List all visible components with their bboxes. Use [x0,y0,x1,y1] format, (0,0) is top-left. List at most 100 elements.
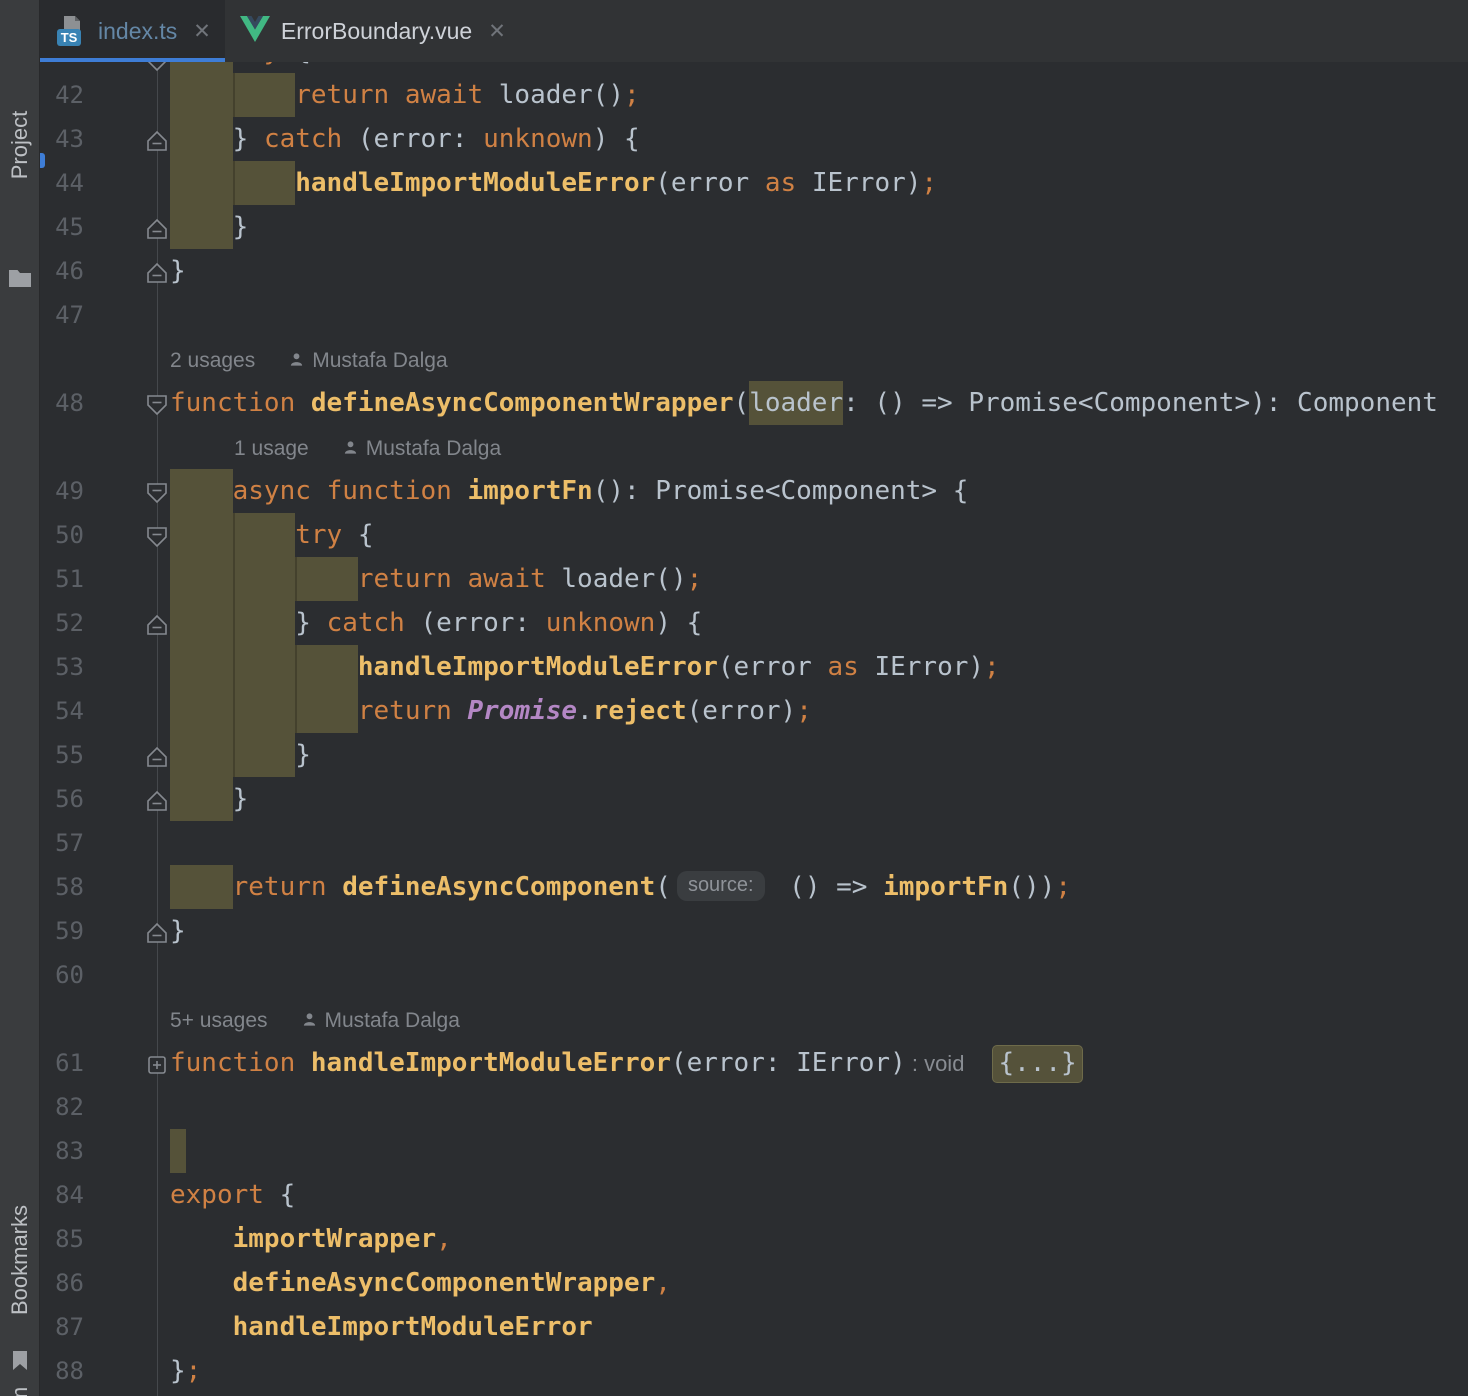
sidebar-item-bookmarks[interactable]: Bookmarks [7,1205,33,1315]
author-hint[interactable]: Mustafa Dalga [343,427,501,471]
line-number[interactable]: 44 [40,161,84,205]
line-number[interactable]: 51 [40,557,84,601]
code-token: } [295,740,311,770]
parameter-name-hint: source: [676,871,765,901]
line-number[interactable]: 47 [40,293,84,337]
code-line[interactable]: 55 } [40,733,1468,777]
line-number[interactable]: 55 [40,733,84,777]
code-token: return [357,564,452,594]
usages-hint[interactable]: 5+ usages [170,1009,268,1032]
code-line[interactable]: 87 handleImportModuleError [40,1305,1468,1349]
code-line[interactable]: 59} [40,909,1468,953]
code-line[interactable]: 88}; [40,1349,1468,1393]
fold-gutter [84,557,170,601]
fold-up-icon[interactable] [146,127,168,151]
code-text: } [170,733,1468,777]
line-number[interactable]: 59 [40,909,84,953]
usages-hint[interactable]: 1 usage [234,437,309,460]
line-number[interactable]: 42 [40,73,84,117]
sidebar-item-project[interactable]: Project [7,111,33,179]
usages-hint[interactable]: 2 usages [170,349,255,372]
code-line[interactable]: 83 [40,1129,1468,1173]
line-number[interactable]: 87 [40,1305,84,1349]
code-line[interactable]: 85 importWrapper, [40,1217,1468,1261]
code-line[interactable]: 42 return await loader(); [40,73,1468,117]
tab-errorboundary-vue[interactable]: ErrorBoundary.vue ✕ [225,0,520,62]
code-line[interactable]: 56 } [40,777,1468,821]
line-number[interactable]: 60 [40,953,84,997]
tab-index-ts[interactable]: TS index.ts ✕ [40,0,225,62]
line-number[interactable]: 52 [40,601,84,645]
code-line[interactable]: 86 defineAsyncComponentWrapper, [40,1261,1468,1305]
line-number[interactable]: 56 [40,777,84,821]
line-number[interactable]: 83 [40,1129,84,1173]
fold-up-icon[interactable] [146,787,168,811]
line-number[interactable]: 43 [40,117,84,161]
code-line[interactable]: 50 try { [40,513,1468,557]
code-token: return [232,872,327,902]
code-line[interactable]: 43 } catch (error: unknown) { [40,117,1468,161]
fold-up-icon[interactable] [146,215,168,239]
code-line[interactable]: 54 return Promise.reject(error); [40,689,1468,733]
folded-code-pill[interactable]: {...} [992,1044,1083,1083]
line-number[interactable]: 57 [40,821,84,865]
code-line[interactable]: 49 async function importFn(): Promise<Co… [40,469,1468,513]
tab-label[interactable]: index.ts [98,18,177,45]
code-line[interactable]: 57 [40,821,1468,865]
code-line[interactable]: 61 function handleImportModuleError(error… [40,1041,1468,1085]
code-line[interactable]: 46} [40,249,1468,293]
fold-up-icon[interactable] [146,919,168,943]
inlay-row[interactable]: 2 usages Mustafa Dalga [40,337,1468,381]
code-line[interactable]: 82 [40,1085,1468,1129]
fold-down-icon[interactable] [146,523,168,548]
identifier-highlight: loader [749,381,844,425]
bookmark-icon[interactable] [11,1350,29,1377]
inlay-row[interactable]: 1 usage Mustafa Dalga [40,425,1468,469]
fold-down-icon[interactable] [146,479,168,504]
line-number[interactable]: 45 [40,205,84,249]
fold-down-icon[interactable] [146,391,168,416]
fold-up-icon[interactable] [146,743,168,767]
code-line[interactable]: try { [40,62,1468,73]
code-line[interactable]: 58 return defineAsyncComponent(source: (… [40,865,1468,909]
inlay-row[interactable]: 5+ usages Mustafa Dalga [40,997,1468,1041]
line-number[interactable]: 46 [40,249,84,293]
close-icon[interactable]: ✕ [488,19,506,44]
author-hint[interactable]: Mustafa Dalga [289,339,448,383]
line-number[interactable]: 53 [40,645,84,689]
line-number[interactable]: 84 [40,1173,84,1217]
code-line[interactable]: 44 handleImportModuleError(error as IErr… [40,161,1468,205]
code-line[interactable]: 52 } catch (error: unknown) { [40,601,1468,645]
line-number[interactable]: 61 [40,1041,84,1085]
line-number[interactable]: 49 [40,469,84,513]
code-line[interactable]: 48 function defineAsyncComponentWrapper(l… [40,381,1468,425]
line-number[interactable]: 82 [40,1085,84,1129]
fold-up-icon[interactable] [146,611,168,635]
folder-icon[interactable] [8,268,32,293]
fold-up-icon[interactable] [146,259,168,283]
code-line[interactable]: 47 [40,293,1468,337]
code-line[interactable]: 60 [40,953,1468,997]
code-token: } [232,212,249,242]
author-hint[interactable]: Mustafa Dalga [302,999,460,1043]
close-icon[interactable]: ✕ [193,19,211,44]
fold-expand-icon[interactable] [146,1051,168,1075]
code-line[interactable]: 84 export { [40,1173,1468,1217]
sidebar-item-partial[interactable]: m [7,1387,33,1396]
line-number[interactable]: 88 [40,1349,84,1393]
code-line[interactable]: 51 return await loader(); [40,557,1468,601]
line-number[interactable]: 48 [40,381,84,425]
code-line[interactable]: 53 handleImportModuleError(error as IErr… [40,645,1468,689]
line-number[interactable]: 54 [40,689,84,733]
tab-label[interactable]: ErrorBoundary.vue [281,18,472,45]
code-line[interactable]: 45 } [40,205,1468,249]
line-number[interactable]: 50 [40,513,84,557]
code-editor[interactable]: try {42 return await loader();43 } catch… [40,62,1468,1396]
svg-text:TS: TS [61,30,78,45]
line-number[interactable]: 86 [40,1261,84,1305]
line-number[interactable]: 85 [40,1217,84,1261]
line-number[interactable]: 58 [40,865,84,909]
fold-down-icon[interactable] [146,62,168,72]
